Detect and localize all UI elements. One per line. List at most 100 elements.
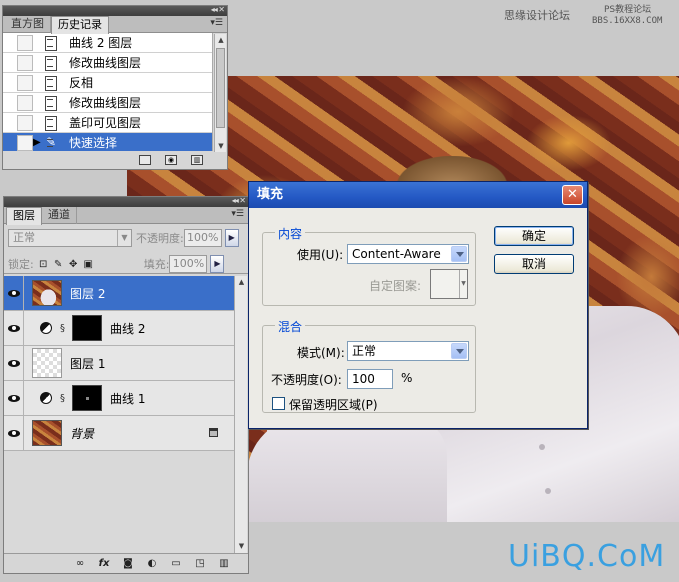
history-panel-tabs: 直方图 历史记录 ▾☰ bbox=[3, 16, 227, 34]
opacity-input[interactable]: 100 bbox=[347, 369, 393, 389]
fill-slider-button[interactable]: ▶ bbox=[210, 255, 225, 273]
curves-adjustment-icon bbox=[40, 392, 52, 404]
layer-name: 背景 bbox=[70, 426, 95, 441]
layer-row[interactable]: 图层 1 bbox=[4, 345, 234, 381]
mask-icon[interactable]: ◙ bbox=[122, 558, 134, 569]
layer-list: 图层 2 § 曲线 2 图层 1 § 曲线 1 背景 bbox=[4, 275, 234, 553]
history-step-icon bbox=[43, 55, 59, 71]
lock-brush-icon[interactable]: ✎ bbox=[53, 259, 64, 270]
new-layer-icon[interactable]: ◳ bbox=[194, 558, 206, 569]
snapshot-camera-icon[interactable]: ◉ bbox=[165, 155, 177, 165]
visibility-eye-icon[interactable] bbox=[4, 380, 24, 416]
shirt-button bbox=[545, 488, 551, 494]
layer-options: 正常 ▼ 不透明度: 100% ▶ 锁定: ⊡ ✎ ✥ ▣ 填充: 100% ▶ bbox=[4, 224, 248, 274]
custom-pattern-picker[interactable]: ▼ bbox=[430, 269, 468, 299]
history-item[interactable]: 盖印可见图层 bbox=[3, 113, 212, 133]
tab-layers[interactable]: 图层 bbox=[6, 207, 42, 225]
layer-row[interactable]: 背景 bbox=[4, 415, 234, 451]
panel-titlebar[interactable]: ◂◂ ✕ bbox=[3, 5, 227, 16]
mask-link-icon[interactable]: § bbox=[60, 393, 68, 404]
blend-mode-value: 正常 bbox=[13, 231, 35, 244]
blending-group-label: 混合 bbox=[275, 318, 306, 335]
history-item[interactable]: 修改曲线图层 bbox=[3, 93, 212, 113]
lock-move-icon[interactable]: ✥ bbox=[68, 259, 79, 270]
history-step-icon bbox=[43, 95, 59, 111]
history-item-label: 反相 bbox=[69, 76, 94, 90]
lock-all-icon[interactable]: ▣ bbox=[83, 259, 94, 270]
scroll-down-icon[interactable]: ▼ bbox=[235, 540, 248, 553]
scroll-up-icon[interactable]: ▲ bbox=[235, 276, 248, 289]
visibility-eye-icon[interactable] bbox=[4, 310, 24, 346]
group-folder-icon[interactable]: ▭ bbox=[170, 558, 182, 569]
blend-mode-select[interactable]: 正常 ▼ bbox=[8, 229, 132, 247]
layer-row[interactable]: § 曲线 1 bbox=[4, 380, 234, 416]
layers-footer: ∞ fx ◙ ◐ ▭ ◳ ▥ bbox=[4, 553, 248, 573]
cancel-button[interactable]: 取消 bbox=[494, 254, 574, 274]
tab-history[interactable]: 历史记录 bbox=[51, 16, 109, 34]
history-scrollbar[interactable]: ▲ ▼ bbox=[214, 34, 226, 152]
lock-label: 锁定: bbox=[8, 258, 34, 271]
watermark-url: BBS.16XX8.COM bbox=[592, 16, 663, 26]
layer-mask-thumbnail bbox=[72, 385, 102, 411]
layer-mask-thumbnail bbox=[72, 315, 102, 341]
history-step-icon bbox=[43, 75, 59, 91]
mode-select[interactable]: 正常 bbox=[347, 341, 469, 361]
scroll-up-icon[interactable]: ▲ bbox=[215, 34, 227, 46]
dialog-title: 填充 bbox=[257, 187, 284, 202]
layer-thumbnail bbox=[32, 280, 62, 306]
snapshot-checkbox[interactable] bbox=[17, 74, 33, 91]
snapshot-checkbox[interactable] bbox=[17, 94, 33, 111]
history-item[interactable]: 修改曲线图层 bbox=[3, 53, 212, 73]
layer-row[interactable]: § 曲线 2 bbox=[4, 310, 234, 346]
use-select[interactable]: Content-Aware bbox=[347, 244, 469, 264]
collapse-icon[interactable]: ◂◂ ✕ bbox=[232, 196, 246, 205]
panel-menu-icon[interactable]: ▾☰ bbox=[231, 209, 244, 219]
dialog-titlebar[interactable]: 填充 ✕ bbox=[249, 182, 587, 208]
layers-panel: ◂◂ ✕ 图层 通道 ▾☰ 正常 ▼ 不透明度: 100% ▶ 锁定: ⊡ ✎ ✥… bbox=[3, 196, 249, 574]
trash-icon[interactable]: ▥ bbox=[191, 155, 203, 165]
opacity-slider-button[interactable]: ▶ bbox=[224, 229, 239, 247]
history-item-label: 盖印可见图层 bbox=[69, 116, 142, 130]
history-item-selected[interactable]: ▶ ✎ 快速选择 bbox=[3, 133, 212, 151]
visibility-eye-icon[interactable] bbox=[4, 275, 24, 311]
layer-thumbnail bbox=[32, 420, 62, 446]
adjustment-icon[interactable]: ◐ bbox=[146, 558, 158, 569]
ok-button[interactable]: 确定 bbox=[494, 226, 574, 246]
panel-menu-icon[interactable]: ▾☰ bbox=[210, 18, 223, 28]
fx-icon[interactable]: fx bbox=[98, 558, 110, 569]
snapshot-checkbox[interactable] bbox=[17, 134, 33, 151]
tab-histogram[interactable]: 直方图 bbox=[5, 16, 51, 33]
tab-channels[interactable]: 通道 bbox=[42, 207, 77, 224]
trash-icon[interactable]: ▥ bbox=[218, 558, 230, 569]
preserve-transparency-label[interactable]: 保留透明区域(P) bbox=[289, 396, 378, 413]
link-icon[interactable]: ∞ bbox=[74, 558, 86, 569]
scroll-down-icon[interactable]: ▼ bbox=[215, 140, 227, 152]
opacity-label: 不透明度(O): bbox=[271, 373, 342, 387]
history-item[interactable]: 反相 bbox=[3, 73, 212, 93]
mode-label: 模式(M): bbox=[297, 346, 345, 360]
layer-row-selected[interactable]: 图层 2 bbox=[4, 275, 234, 311]
history-item-label: 快速选择 bbox=[69, 136, 118, 150]
snapshot-checkbox[interactable] bbox=[17, 34, 33, 51]
preserve-transparency-checkbox[interactable] bbox=[272, 397, 285, 410]
mode-select-value: 正常 bbox=[352, 344, 377, 358]
shirt-button bbox=[539, 444, 545, 450]
layer-thumbnail-transparent bbox=[32, 348, 62, 378]
layers-scrollbar[interactable]: ▲ ▼ bbox=[234, 276, 247, 553]
lock-transparent-icon[interactable]: ⊡ bbox=[38, 259, 49, 270]
history-item[interactable]: 曲线 2 图层 bbox=[3, 33, 212, 53]
panel-titlebar[interactable]: ◂◂ ✕ bbox=[4, 196, 248, 207]
collapse-icon[interactable]: ◂◂ ✕ bbox=[211, 5, 225, 14]
snapshot-checkbox[interactable] bbox=[17, 54, 33, 71]
visibility-eye-icon[interactable] bbox=[4, 345, 24, 381]
mask-link-icon[interactable]: § bbox=[60, 323, 68, 334]
close-button[interactable]: ✕ bbox=[562, 185, 583, 205]
visibility-eye-icon[interactable] bbox=[4, 415, 24, 451]
history-panel: ◂◂ ✕ 直方图 历史记录 ▾☰ 曲线 2 图层 修改曲线图层 反相 修改曲线图… bbox=[2, 5, 228, 170]
new-document-from-state-icon[interactable] bbox=[139, 155, 151, 165]
layers-panel-tabs: 图层 通道 ▾☰ bbox=[4, 207, 248, 225]
snapshot-checkbox[interactable] bbox=[17, 114, 33, 131]
scroll-thumb[interactable] bbox=[216, 48, 225, 128]
opacity-input[interactable]: 100% bbox=[183, 229, 222, 247]
fill-input[interactable]: 100% bbox=[169, 255, 208, 273]
